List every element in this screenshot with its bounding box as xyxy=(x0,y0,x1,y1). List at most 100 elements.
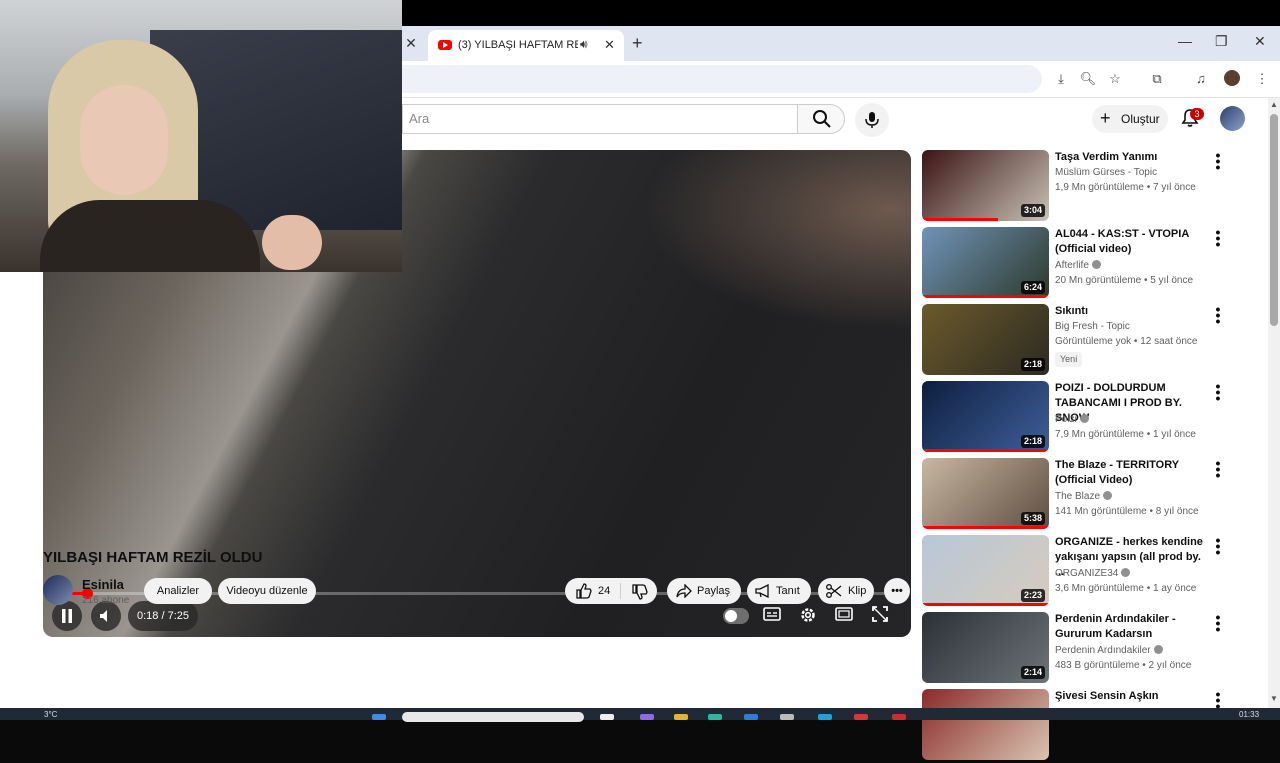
restore-button[interactable]: ❐ xyxy=(1215,33,1228,50)
pause-button[interactable] xyxy=(52,601,82,631)
speaker-icon[interactable]: 🔊︎ xyxy=(580,37,588,52)
channel-avatar[interactable] xyxy=(43,575,73,605)
video-thumbnail[interactable]: 5:38 xyxy=(922,458,1049,529)
more-vertical-icon[interactable]: • • • xyxy=(1212,456,1224,482)
channel-name[interactable]: Perdenin Ardındakiler xyxy=(1055,645,1163,656)
taskbar-app-5[interactable] xyxy=(744,714,758,720)
media-control-icon[interactable]: ♫ xyxy=(1192,70,1210,88)
recommended-video[interactable]: 2:23 ORGANIZE - herkes kendine yakışanı y… xyxy=(922,533,1248,609)
taskbar-app-7[interactable] xyxy=(818,714,832,720)
channel-name[interactable]: Poizi xyxy=(1055,414,1089,425)
promote-button[interactable]: Tanıt xyxy=(747,578,811,604)
search-input[interactable]: Ara xyxy=(402,104,798,134)
bookmark-star-icon[interactable]: ☆ xyxy=(1106,70,1124,88)
more-actions-button[interactable]: ••• xyxy=(884,578,910,604)
taskbar-app-1[interactable] xyxy=(600,714,614,720)
taskbar-app-8[interactable] xyxy=(854,714,868,720)
video-title[interactable]: AL044 - KAS:ST - VTOPIA (Official video) xyxy=(1055,227,1211,257)
more-vertical-icon[interactable]: • • • xyxy=(1212,148,1224,174)
analytics-button[interactable]: Analizler xyxy=(144,578,212,604)
video-thumbnail[interactable]: 2:18 xyxy=(922,381,1049,452)
webcam-person-hand xyxy=(262,215,322,270)
taskbar-app-3[interactable] xyxy=(674,714,688,720)
scroll-up-arrow-icon[interactable]: ▲ xyxy=(1270,100,1278,109)
taskbar-app-4[interactable] xyxy=(708,714,722,720)
create-button[interactable]: + Oluştur xyxy=(1092,105,1168,133)
address-bar[interactable] xyxy=(402,65,1042,93)
previous-tab-close-icon[interactable]: ✕ xyxy=(403,35,419,52)
clip-button[interactable]: Klip xyxy=(818,578,874,604)
channel-name[interactable]: Afterlife xyxy=(1055,260,1101,271)
window-close-button[interactable]: ✕ xyxy=(1254,33,1266,50)
dislike-button[interactable] xyxy=(621,578,657,604)
zoom-icon[interactable]: 🔍︎ xyxy=(1079,70,1097,88)
more-vertical-icon[interactable]: • • • xyxy=(1212,687,1224,713)
notification-badge: 3 xyxy=(1190,108,1204,120)
theater-mode-button[interactable] xyxy=(833,606,855,626)
minimize-button[interactable]: — xyxy=(1178,33,1192,49)
video-title[interactable]: Şivesi Sensin Aşkın xyxy=(1055,689,1211,704)
video-thumbnail[interactable]: 3:04 xyxy=(922,150,1049,221)
autoplay-toggle[interactable] xyxy=(723,608,749,624)
video-thumbnail[interactable]: 2:18 xyxy=(922,304,1049,375)
share-button[interactable]: Paylaş xyxy=(667,578,741,604)
subtitles-button[interactable] xyxy=(761,606,783,626)
webcam-overlay xyxy=(0,0,402,272)
recommended-video[interactable]: 5:38 The Blaze - TERRITORY (Official Vide… xyxy=(922,456,1248,532)
edit-video-button[interactable]: Videoyu düzenle xyxy=(218,578,316,604)
extensions-icon[interactable]: ⧉ xyxy=(1148,70,1166,88)
taskbar-app-6[interactable] xyxy=(780,714,794,720)
video-title[interactable]: Taşa Verdim Yanımı xyxy=(1055,150,1211,165)
recommended-video[interactable]: Şivesi Sensin Aşkın • • • xyxy=(922,687,1248,763)
search-button[interactable] xyxy=(797,104,845,134)
more-vertical-icon[interactable]: • • • xyxy=(1212,610,1224,636)
more-vertical-icon[interactable]: • • • xyxy=(1212,225,1224,251)
video-thumbnail[interactable] xyxy=(922,689,1049,760)
taskbar-app-2[interactable] xyxy=(640,714,654,720)
account-avatar[interactable] xyxy=(1220,106,1245,131)
like-button[interactable]: 24 xyxy=(565,578,619,604)
video-thumbnail[interactable]: 2:23 xyxy=(922,535,1049,606)
new-badge: Yeni xyxy=(1055,352,1083,367)
channel-name[interactable]: Müslüm Gürses - Topic xyxy=(1055,167,1157,178)
taskbar-search[interactable] xyxy=(402,712,584,722)
webcam-person-face xyxy=(80,85,168,195)
time-display: 0:18 / 7:25 xyxy=(128,601,198,631)
video-thumbnail[interactable]: 2:14 xyxy=(922,612,1049,683)
mic-icon xyxy=(865,112,879,128)
browser-profile-avatar[interactable] xyxy=(1224,70,1240,86)
recommended-video[interactable]: 6:24 AL044 - KAS:ST - VTOPIA (Official vi… xyxy=(922,225,1248,301)
video-title[interactable]: The Blaze - TERRITORY (Official Video) xyxy=(1055,458,1211,488)
start-button[interactable] xyxy=(372,714,386,720)
channel-name[interactable]: Esinila xyxy=(82,577,124,592)
pause-icon xyxy=(62,609,72,623)
video-thumbnail[interactable]: 6:24 xyxy=(922,227,1049,298)
more-vertical-icon[interactable]: • • • xyxy=(1212,533,1224,559)
browser-menu-icon[interactable]: ⋮ xyxy=(1253,70,1271,88)
more-vertical-icon[interactable]: • • • xyxy=(1212,379,1224,405)
video-title[interactable]: Perdenin Ardındakiler - Gururum Kadarsın xyxy=(1055,612,1211,642)
recommended-video[interactable]: 2:18 POIZI - DOLDURDUM TABANCAMI I PROD B… xyxy=(922,379,1248,455)
recommended-video[interactable]: 3:04 Taşa Verdim Yanımı Müslüm Gürses - To… xyxy=(922,148,1248,224)
video-stats: 7,9 Mn görüntüleme • 1 yıl önce xyxy=(1055,429,1196,440)
scroll-thumb[interactable] xyxy=(1270,114,1278,326)
channel-name[interactable]: The Blaze xyxy=(1055,491,1113,502)
tab-close-icon[interactable]: ✕ xyxy=(604,37,615,53)
video-title[interactable]: Sıkıntı xyxy=(1055,304,1211,319)
active-tab[interactable]: (3) YILBAŞI HAFTAM REZİL OLDU 🔊︎ ✕ xyxy=(428,30,624,61)
taskbar-app-9[interactable] xyxy=(892,714,906,720)
channel-name[interactable]: ORGANIZE34 xyxy=(1055,568,1131,579)
channel-name[interactable]: Big Fresh - Topic xyxy=(1055,321,1130,332)
install-app-icon[interactable]: ⤓ xyxy=(1052,70,1070,88)
more-vertical-icon[interactable]: • • • xyxy=(1212,302,1224,328)
fullscreen-button[interactable] xyxy=(869,606,891,626)
video-stats: 20 Mn görüntüleme • 5 yıl önce xyxy=(1055,275,1194,286)
page-scrollbar[interactable]: ▲ ▼ xyxy=(1268,98,1280,708)
channel-name-text: Afterlife xyxy=(1055,260,1089,271)
recommended-video[interactable]: 2:14 Perdenin Ardındakiler - Gururum Kada… xyxy=(922,610,1248,686)
scroll-down-arrow-icon[interactable]: ▼ xyxy=(1270,694,1278,703)
new-tab-button[interactable]: + xyxy=(632,33,643,54)
recommended-video[interactable]: 2:18 Sıkıntı Big Fresh - Topic Görüntüleme … xyxy=(922,302,1248,378)
settings-button[interactable] xyxy=(797,606,819,626)
voice-search-button[interactable] xyxy=(855,103,889,137)
